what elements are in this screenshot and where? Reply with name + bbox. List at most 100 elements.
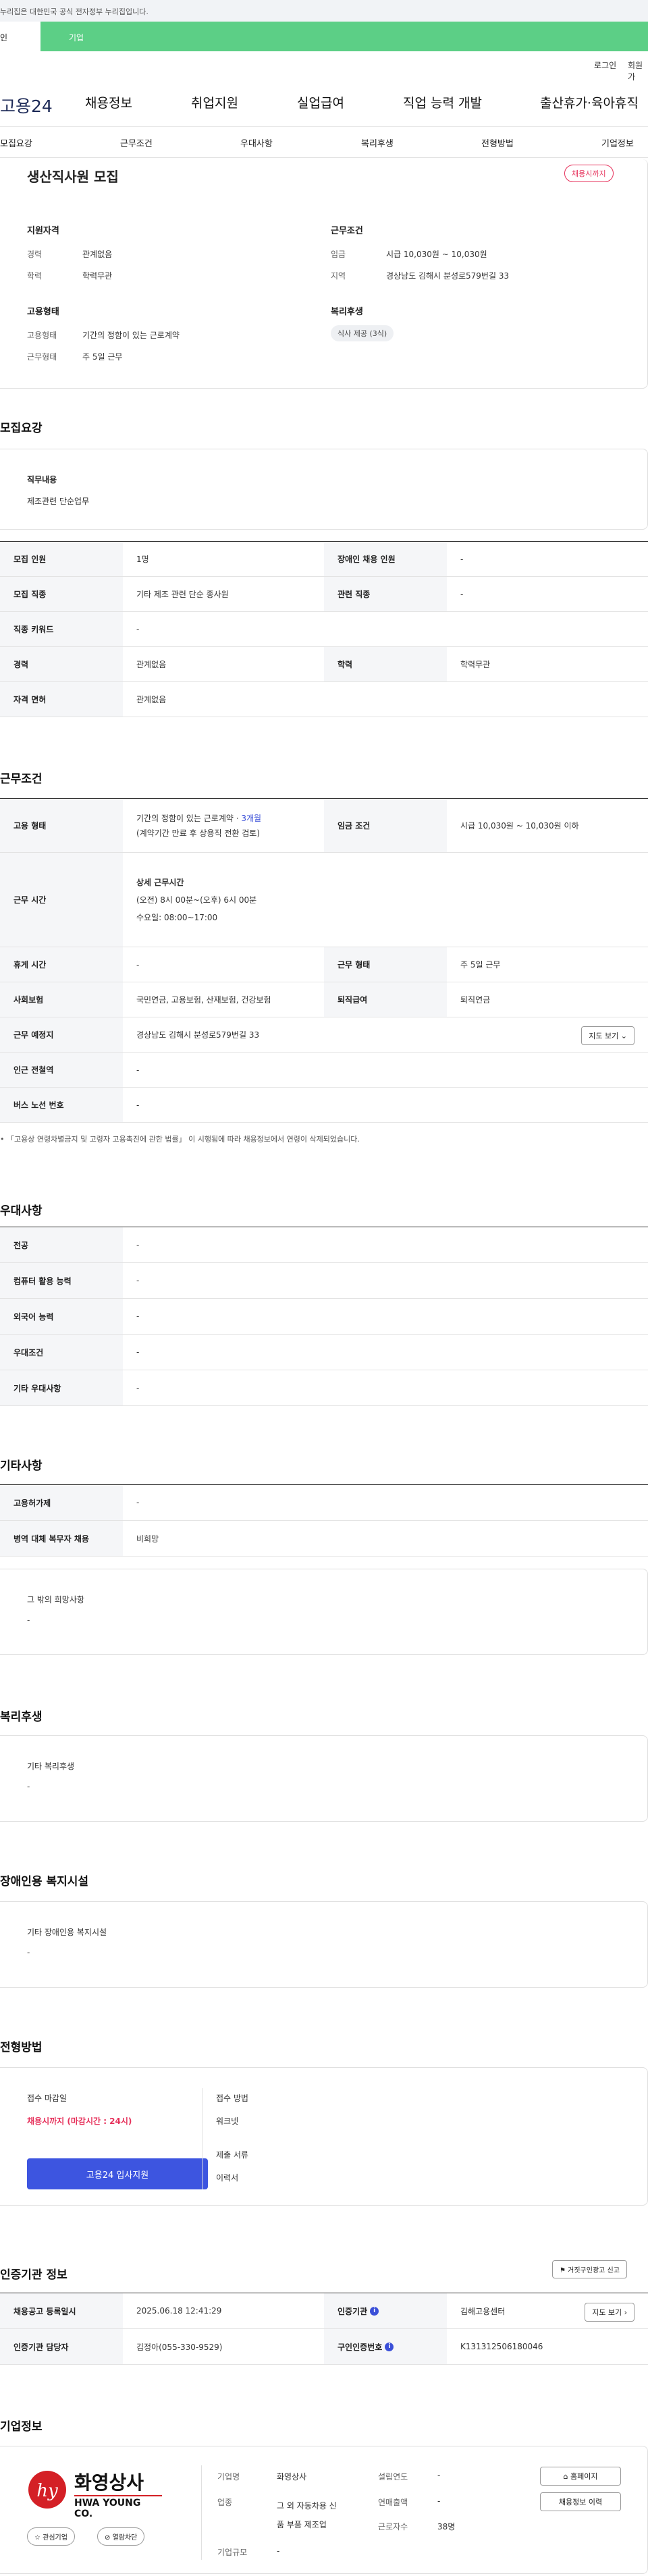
etc-heading: 기타사항: [0, 1459, 43, 1473]
company-name-label: 기업명: [217, 2472, 240, 2482]
table-row: 우대조건 -: [0, 1335, 648, 1370]
emp-title: 고용형태: [27, 307, 59, 317]
row-key: 임금 조건: [324, 799, 447, 852]
employees-value: 38명: [437, 2522, 456, 2531]
recruit-heading: 모집요강: [0, 422, 43, 435]
industry-line2: 품 부품 제조업: [277, 2520, 327, 2529]
row-value: 관계없음: [136, 660, 167, 669]
row-key: 휴게 시간: [0, 947, 123, 982]
table-row: 기타 우대사항 -: [0, 1370, 648, 1406]
row-key: 우대조건: [0, 1335, 123, 1370]
duty-card: 직무내용 제조관련 단순업무: [0, 449, 648, 530]
wage-value: 시급 10,030원 ~ 10,030원: [386, 250, 487, 259]
sales-label: 연매출액: [378, 2498, 408, 2507]
logo-korean: 화영상사: [74, 2471, 144, 2494]
row-value: 1명: [136, 555, 149, 564]
age-notice: • 「고용상 연령차별금지 및 고령자 고용촉진에 관한 법률」 이 시행됨에 …: [0, 1135, 360, 1144]
row-key: 근무 형태: [324, 947, 447, 982]
subnav-conditions[interactable]: 근무조건: [120, 136, 153, 149]
agency-map-button[interactable]: 지도 보기 ›: [585, 2303, 634, 2322]
edu-label: 학력: [27, 271, 43, 281]
row-key: 관련 직종: [324, 577, 447, 611]
est-label: 설립연도: [378, 2472, 408, 2482]
report-button[interactable]: ⚑ 거짓구인광고 신고: [552, 2260, 627, 2278]
cond-title: 근무조건: [331, 226, 363, 236]
gnb-item-leave[interactable]: 출산휴가·육아휴직: [540, 93, 639, 111]
divider: [201, 2465, 202, 2560]
row-key: 전공: [0, 1227, 123, 1262]
table-row: 휴게 시간 - 근무 형태 주 5일 근무: [0, 947, 648, 982]
chevron-down-icon: ⌄: [620, 1032, 627, 1040]
subnav-welfare[interactable]: 복리후생: [361, 136, 394, 149]
method-value: 워크넷: [216, 2117, 239, 2126]
util-bar: 로그인 회원가: [0, 51, 648, 82]
row-key: 외국어 능력: [0, 1299, 123, 1334]
career-label: 경력: [27, 250, 43, 259]
row-value: -: [136, 1312, 140, 1321]
row-value: 국민연금, 고용보험, 산재보험, 건강보험: [136, 995, 271, 1005]
subnav-selection[interactable]: 전형방법: [481, 136, 514, 149]
login-link[interactable]: 로그인: [594, 59, 616, 71]
subnav-company[interactable]: 기업정보: [601, 136, 634, 149]
row-key: 직종 키워드: [0, 612, 123, 646]
row-value: -: [136, 1383, 140, 1393]
homepage-button[interactable]: ⌂ 홈페이지: [540, 2467, 621, 2486]
row-value: 관계없음: [136, 695, 167, 704]
row-key: 버스 노선 번호: [0, 1088, 123, 1122]
table-row: 모집 인원 1명 장애인 채용 인원 -: [0, 542, 648, 577]
other-wish-value: -: [27, 1615, 30, 1625]
subnav-recruit[interactable]: 모집요강: [0, 136, 32, 149]
method-label: 접수 방법: [216, 2094, 248, 2103]
row-key: 학력: [324, 647, 447, 681]
row-key: 장애인 채용 인원: [324, 542, 447, 576]
size-value: -: [277, 2546, 280, 2556]
org-key-label: 인증기관: [338, 2306, 368, 2316]
row-value: 기간의 정함이 있는 근로계약 · 3개월 (계약기간 만료 후 상용직 전환 …: [123, 799, 324, 852]
apply-button[interactable]: 고용24 입사지원: [27, 2158, 208, 2189]
welfare-heading: 복리후생: [0, 1710, 43, 1724]
time-hours: (오전) 8시 00분~(오후) 6시 00분: [136, 895, 257, 905]
tab-individual[interactable]: 인: [0, 22, 40, 51]
row-value: 시급 10,030원 ~ 10,030원 이하: [460, 821, 579, 831]
info-icon[interactable]: i: [385, 2342, 394, 2351]
row-value: 2025.06.18 12:41:29: [136, 2306, 222, 2316]
welfare-label: 기타 복리후생: [27, 1762, 75, 1771]
row-key: 모집 인원: [0, 542, 123, 576]
info-icon[interactable]: i: [370, 2306, 379, 2316]
logo-english: HWA YOUNG CO.: [74, 2495, 162, 2519]
report-icon: ⚑: [560, 2267, 566, 2274]
preference-heading: 우대사항: [0, 1204, 43, 1218]
welfare-value: -: [27, 1782, 30, 1791]
row-value: -: [460, 554, 464, 564]
agency-map-button-label: 지도 보기: [592, 2308, 622, 2317]
subnav-preference[interactable]: 우대사항: [240, 136, 273, 149]
gnb-item-employment[interactable]: 취업지원: [191, 93, 238, 111]
history-button[interactable]: 채용정보 이력: [540, 2492, 621, 2511]
chevron-right-icon: ›: [624, 2308, 627, 2317]
row-value: 김정아(055-330-9529): [136, 2342, 223, 2352]
selection-heading: 전형방법: [0, 2041, 43, 2054]
table-row: 자격 면허 관계없음: [0, 682, 648, 717]
wage-label: 임금: [331, 250, 346, 259]
site-logo[interactable]: 고용24: [0, 93, 53, 117]
gnb-item-jobs[interactable]: 채용정보: [85, 93, 132, 111]
row-value: 비희망: [136, 1534, 159, 1544]
fav-company-button[interactable]: ☆ 관심기업: [27, 2527, 75, 2546]
star-icon: ☆: [34, 2534, 40, 2542]
emp-label: 고용형태: [27, 331, 57, 340]
map-button[interactable]: 지도 보기 ⌄: [581, 1026, 634, 1045]
table-row: 경력 관계없음 학력 학력무관: [0, 647, 648, 682]
gnb-item-training[interactable]: 직업 능력 개발: [403, 93, 482, 111]
company-logo: hy 화영상사 HWA YOUNG CO.: [27, 2465, 162, 2519]
company-logo-mark: hy: [28, 2471, 66, 2509]
row-key: 근무 예정지: [0, 1017, 123, 1052]
homepage-label: 홈페이지: [570, 2472, 598, 2481]
industry-value: 그 외 자동차용 신품 부품 제조업: [277, 2496, 337, 2534]
area-label: 지역: [331, 271, 346, 281]
gnb-item-benefit[interactable]: 실업급여: [297, 93, 344, 111]
tab-company[interactable]: 기업: [40, 22, 648, 51]
top-tabs: 인 기업: [0, 22, 648, 51]
block-button[interactable]: ⊘ 열람차단: [97, 2527, 145, 2546]
report-button-label: 거짓구인광고 신고: [568, 2267, 620, 2274]
row-value: -: [136, 1100, 140, 1110]
